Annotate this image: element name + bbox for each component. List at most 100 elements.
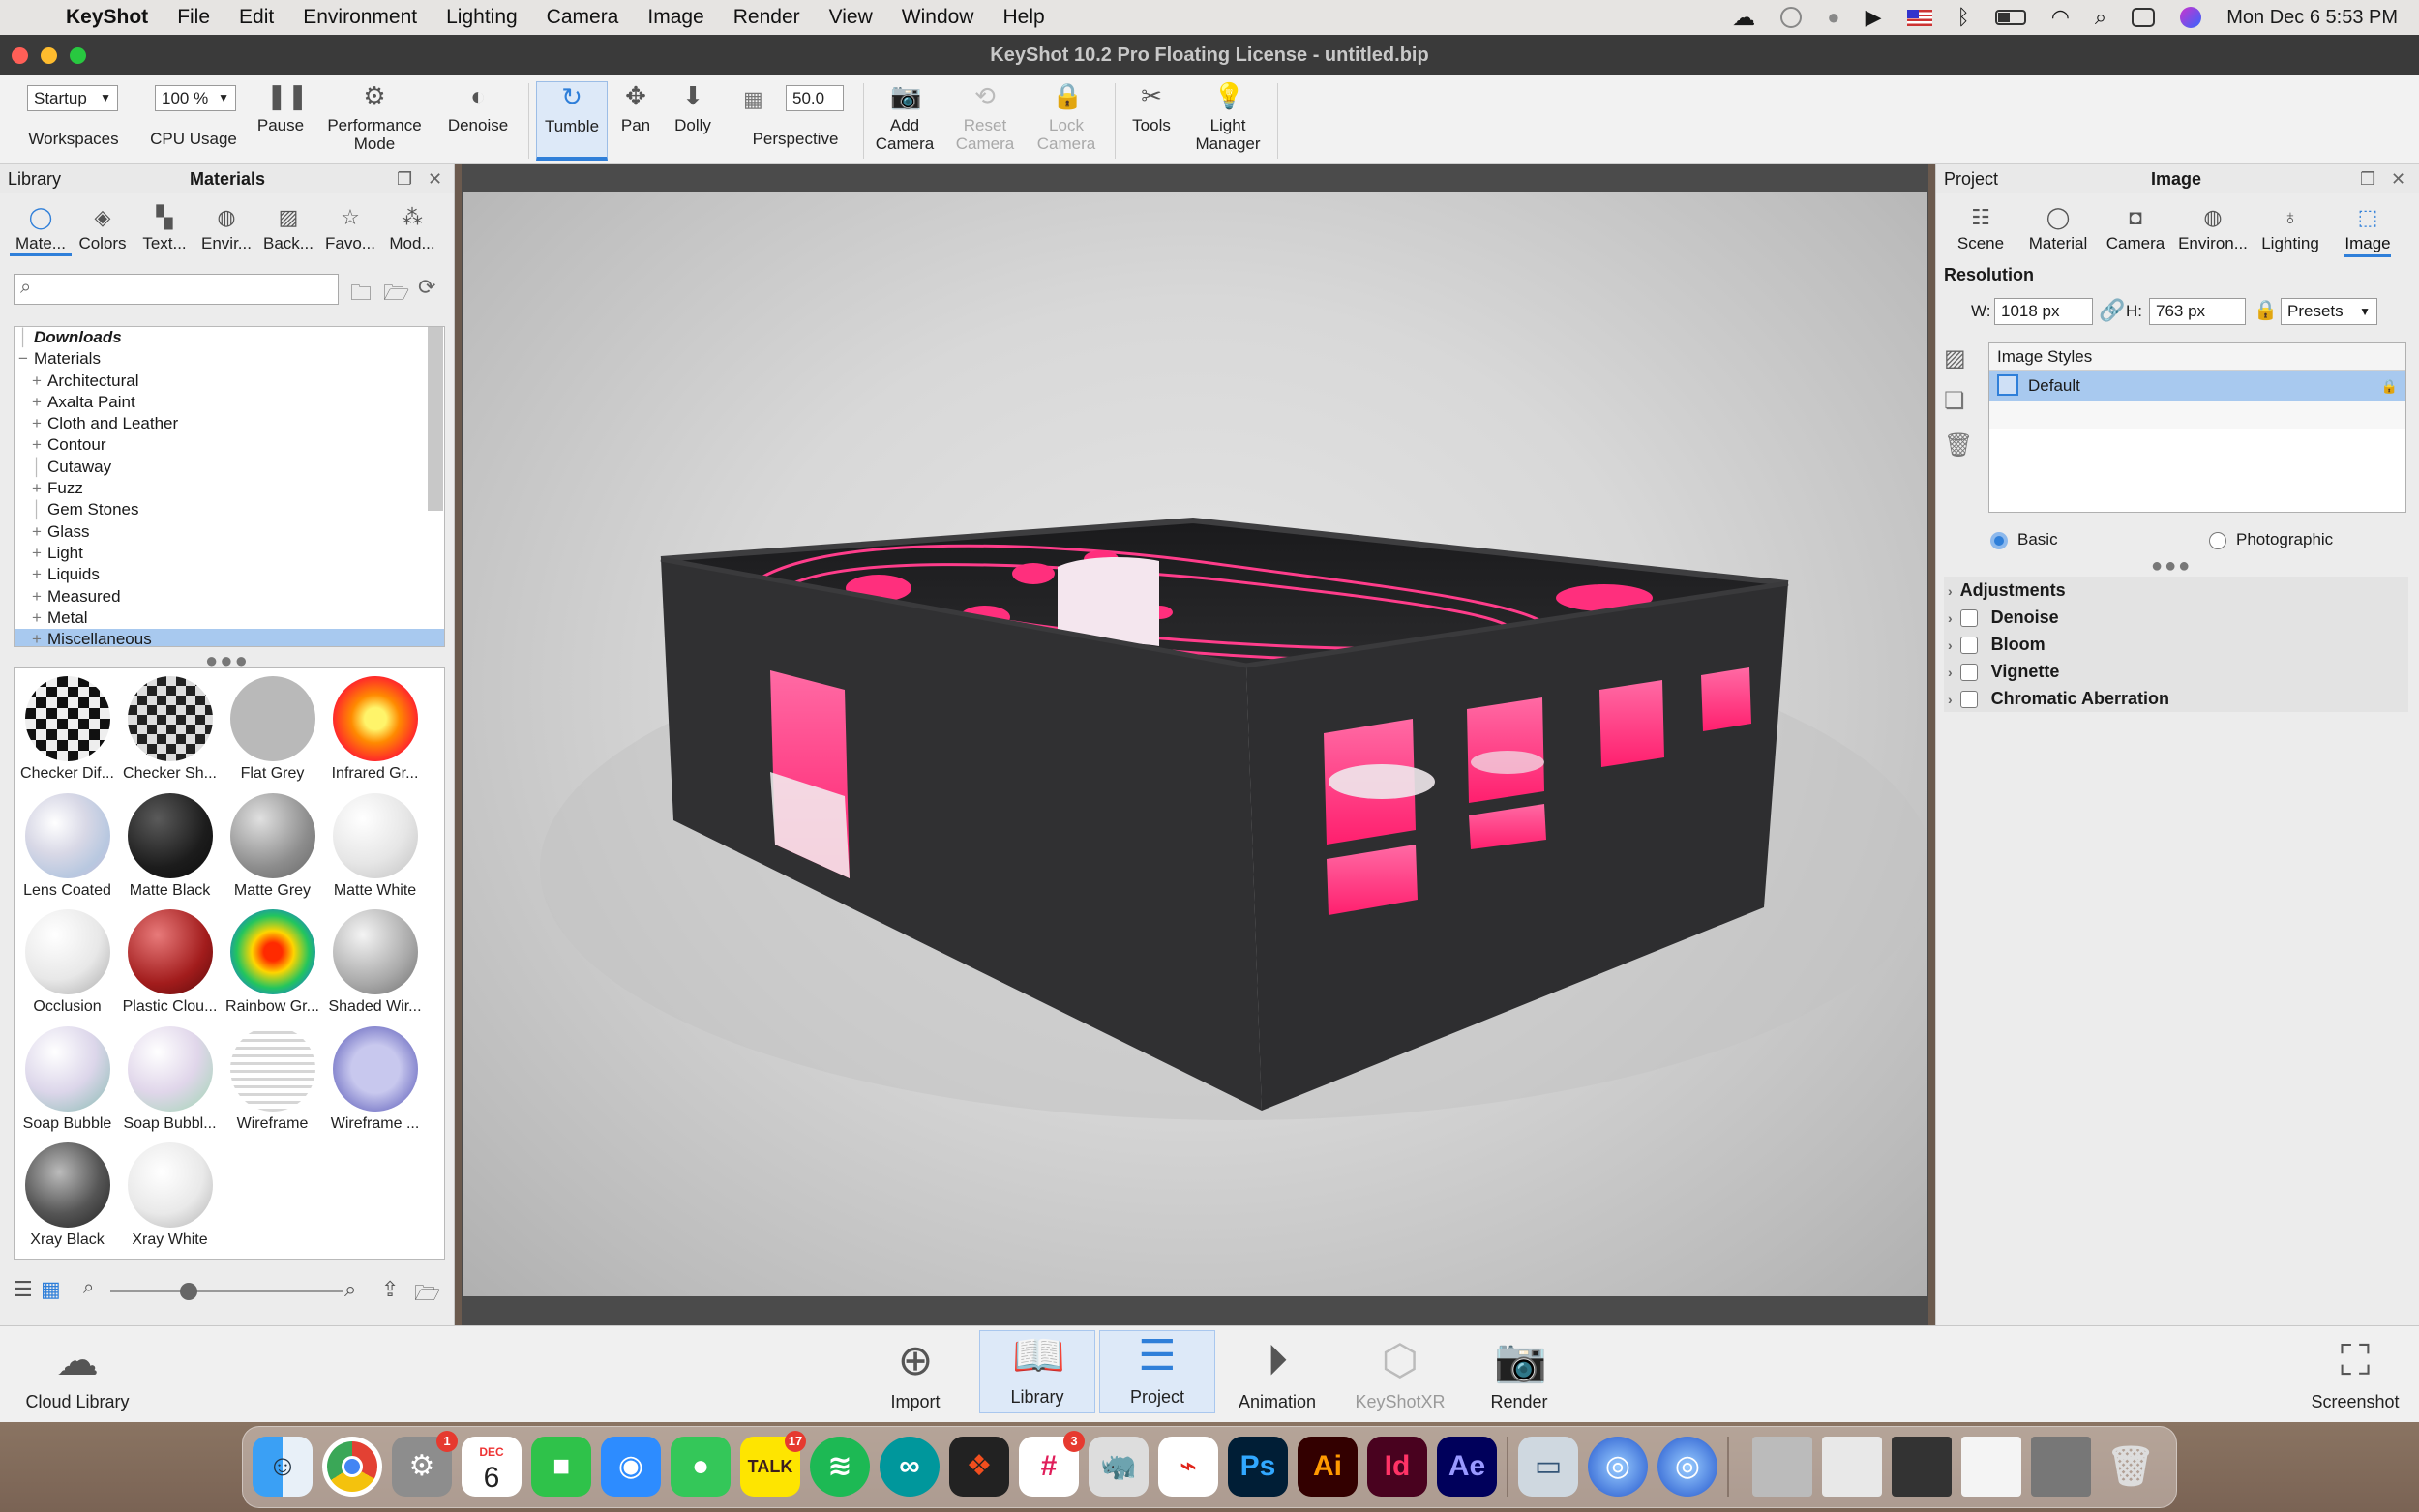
slack-icon[interactable]: #3: [1019, 1431, 1085, 1497]
lock-resolution-icon[interactable]: 🔒: [2254, 298, 2278, 322]
menu-camera[interactable]: Camera: [547, 6, 619, 29]
expand-plus-icon[interactable]: +: [32, 392, 45, 413]
undock-icon[interactable]: ❐: [397, 164, 412, 193]
grid-view-icon[interactable]: ▦: [41, 1277, 61, 1302]
import-folder-icon[interactable]: 🗁: [414, 1277, 440, 1314]
vignette-checkbox[interactable]: [1959, 664, 1978, 682]
close-panel-icon[interactable]: ✕: [2391, 164, 2405, 193]
tree-item[interactable]: │ Gem Stones: [15, 499, 444, 520]
minimized-window-thumbnail[interactable]: [1822, 1437, 1882, 1497]
workspace-select[interactable]: Startup ▼: [27, 85, 118, 111]
figma-icon[interactable]: ❖: [949, 1437, 1009, 1497]
denoise-checkbox[interactable]: [1959, 609, 1978, 628]
material-swatch[interactable]: Xray White: [119, 1139, 221, 1249]
zoom-in-icon[interactable]: ⌕: [344, 1277, 356, 1302]
chat-bubble-icon[interactable]: ●: [1827, 5, 1839, 30]
scene-render[interactable]: #HAVE: [463, 192, 1927, 1296]
tools-button[interactable]: ✂ Tools: [1122, 81, 1180, 161]
tab-models[interactable]: ⁂ Mod...: [381, 199, 443, 256]
keyshot-viewer-icon[interactable]: ◎: [1657, 1437, 1717, 1497]
collapse-minus-icon[interactable]: −: [18, 348, 32, 370]
slider-thumb[interactable]: [180, 1283, 197, 1300]
tree-item[interactable]: + Metal: [15, 608, 444, 629]
menu-app-name[interactable]: KeyShot: [66, 6, 148, 29]
expand-plus-icon[interactable]: +: [32, 564, 45, 585]
acrobat-icon[interactable]: ⌁: [1158, 1437, 1218, 1497]
expand-plus-icon[interactable]: +: [32, 629, 45, 646]
arduino-icon[interactable]: ∞: [880, 1437, 940, 1497]
project-button[interactable]: ☰ Project: [1099, 1330, 1215, 1413]
menu-environment[interactable]: Environment: [303, 6, 417, 29]
tree-item[interactable]: + Cloth and Leather: [15, 413, 444, 434]
refresh-icon[interactable]: ⟳: [418, 275, 435, 300]
menu-view[interactable]: View: [829, 6, 873, 29]
menu-image[interactable]: Image: [647, 6, 703, 29]
tab-environments[interactable]: ◍ Envir...: [195, 199, 257, 256]
denoise-button[interactable]: ◐ Denoise: [439, 81, 517, 161]
spotlight-search-icon[interactable]: ⌕: [2095, 5, 2106, 30]
expand-plus-icon[interactable]: +: [32, 586, 45, 608]
status-circle-icon[interactable]: [1780, 7, 1803, 28]
pan-button[interactable]: ✥ Pan: [610, 81, 662, 161]
performance-mode-button[interactable]: ⚙ Performance Mode: [319, 81, 430, 161]
minimize-window-button[interactable]: [41, 47, 57, 64]
play-circle-icon[interactable]: ▶: [1866, 5, 1882, 30]
tab-scene[interactable]: ☷ Scene: [1942, 205, 2019, 253]
adjust-denoise-row[interactable]: › Denoise: [1944, 604, 2408, 631]
presets-dropdown[interactable]: Presets ▼: [2281, 298, 2377, 325]
duplicate-image-style-icon[interactable]: ❏: [1944, 387, 1965, 415]
menu-render[interactable]: Render: [733, 6, 800, 29]
kakaotalk-icon[interactable]: TALK 17: [740, 1431, 806, 1497]
menu-edit[interactable]: Edit: [239, 6, 274, 29]
cloud-library-button[interactable]: ☁ Cloud Library: [19, 1336, 135, 1412]
material-swatch[interactable]: Soap Bubble: [16, 1023, 118, 1133]
adjust-chromatic-row[interactable]: › Chromatic Aberration: [1944, 685, 2408, 712]
tree-item[interactable]: + Liquids: [15, 564, 444, 585]
chromatic-aberration-checkbox[interactable]: [1959, 691, 1978, 709]
tab-materials[interactable]: ◯ Mate...: [10, 199, 72, 256]
screenshot-button[interactable]: ⛶ Screenshot: [2299, 1336, 2411, 1412]
expand-plus-icon[interactable]: +: [32, 371, 45, 392]
material-swatch[interactable]: Plastic Clou...: [119, 905, 221, 1016]
animation-button[interactable]: ⏵ Animation: [1219, 1336, 1335, 1412]
material-swatch[interactable]: Checker Sh...: [119, 672, 221, 783]
folder-options-icon[interactable]: 🗁: [383, 277, 409, 313]
tree-item[interactable]: + Measured: [15, 586, 444, 608]
trash-icon[interactable]: 🗑: [2101, 1437, 2161, 1497]
render-viewport[interactable]: #HAVE: [462, 164, 1928, 1325]
rhino-icon[interactable]: 🦏: [1089, 1437, 1149, 1497]
material-swatch[interactable]: Wireframe: [222, 1023, 323, 1133]
import-button[interactable]: ⊕ Import: [857, 1336, 973, 1412]
close-panel-icon[interactable]: ✕: [428, 164, 442, 193]
dolly-button[interactable]: ⬇ Dolly: [666, 81, 720, 161]
reset-camera-button[interactable]: ⟲ Reset Camera: [948, 81, 1022, 161]
menu-file[interactable]: File: [177, 6, 210, 29]
tree-item[interactable]: │ Downloads: [15, 327, 444, 348]
minimized-window-thumbnail[interactable]: [2031, 1437, 2091, 1497]
tab-textures[interactable]: ▚ Text...: [134, 199, 195, 256]
material-swatch[interactable]: Xray Black: [16, 1139, 118, 1249]
expand-plus-icon[interactable]: +: [32, 521, 45, 543]
tree-item[interactable]: − Materials: [15, 348, 444, 370]
minimized-window-thumbnail[interactable]: [1752, 1437, 1812, 1497]
expand-plus-icon[interactable]: +: [32, 434, 45, 456]
chrome-icon[interactable]: [322, 1437, 382, 1497]
tab-favorites[interactable]: ☆ Favo...: [319, 199, 381, 256]
panel-splitter-handle[interactable]: ●●●: [2151, 555, 2192, 578]
undock-icon[interactable]: ❐: [2360, 164, 2375, 193]
control-center-icon[interactable]: [2132, 8, 2156, 27]
material-swatch[interactable]: Occlusion: [16, 905, 118, 1016]
library-search-input[interactable]: ⌕: [14, 274, 339, 305]
material-swatch[interactable]: Shaded Wir...: [324, 905, 426, 1016]
minimized-window-thumbnail[interactable]: [1961, 1437, 2021, 1497]
tab-colors[interactable]: ◈ Colors: [72, 199, 134, 256]
keyshot-icon[interactable]: ◎: [1588, 1437, 1648, 1497]
upload-cloud-icon[interactable]: ⇪: [381, 1277, 399, 1302]
keyshotxr-button[interactable]: ⬡ KeyShotXR: [1341, 1336, 1459, 1412]
tree-item[interactable]: + Axalta Paint: [15, 392, 444, 413]
menu-window[interactable]: Window: [902, 6, 974, 29]
tab-backplates[interactable]: ▨ Back...: [257, 199, 319, 256]
tree-scrollbar[interactable]: [428, 327, 443, 511]
tree-item[interactable]: + Architectural: [15, 371, 444, 392]
material-swatch[interactable]: Matte White: [324, 789, 426, 900]
